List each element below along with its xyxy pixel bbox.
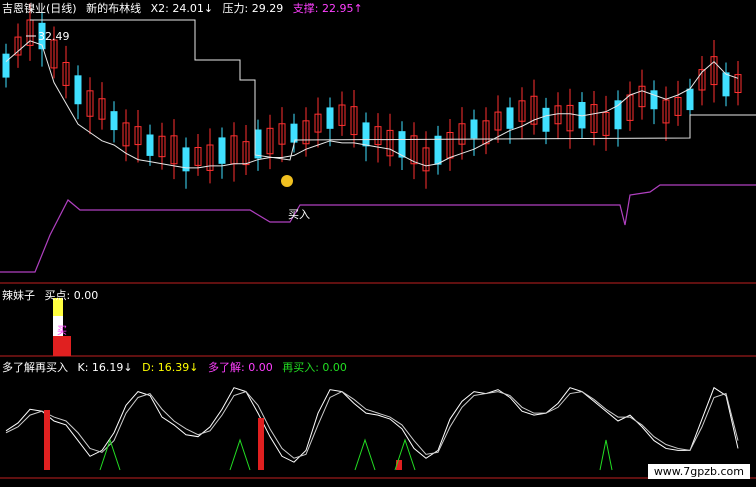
panel2-title: 辣妹子 — [2, 289, 35, 302]
panel3-title: 多了解再买入 — [2, 361, 68, 374]
candle-body — [218, 137, 226, 164]
panel1-header: 吉恩镍业(日线) 新的布林线 X2: 24.01↓ 压力: 29.29 支撑: … — [2, 2, 369, 15]
d-value: D: 16.39↓ — [142, 361, 199, 374]
candle-body — [146, 134, 154, 156]
signal-bar-red — [258, 418, 264, 470]
candle-body — [650, 90, 658, 110]
k-line — [5, 386, 739, 463]
candle-body — [74, 75, 82, 105]
smiley-icon — [281, 175, 293, 187]
pressure-value: 压力: 29.29 — [222, 2, 284, 15]
candle-body — [470, 119, 478, 139]
support-line — [0, 184, 756, 273]
rebuy-value: 再买入: 0.00 — [282, 361, 347, 374]
candle-body — [290, 123, 298, 143]
band-mid-line — [5, 40, 739, 169]
panel2-header: 辣妹子 买点: 0.00 — [2, 289, 104, 302]
k-value: K: 16.19↓ — [77, 361, 133, 374]
panel3-header: 多了解再买入 K: 16.19↓ D: 16.39↓ 多了解: 0.00 再买入… — [2, 361, 353, 374]
candle-body — [506, 107, 514, 129]
buy-bar-label: 买 — [57, 325, 67, 337]
candle-body — [722, 72, 730, 97]
candle-body — [254, 129, 262, 159]
chart-canvas: 32.49 买入买 — [0, 3, 756, 479]
signal-triangle-green — [599, 439, 613, 471]
candle-body — [434, 135, 442, 165]
buy-point-value: 买点: 0.00 — [44, 289, 99, 302]
candle-body — [326, 107, 334, 129]
more-value: 多了解: 0.00 — [208, 361, 273, 374]
watermark: www.7gpzb.com — [647, 464, 750, 479]
x2-value: X2: 24.01↓ — [150, 2, 214, 15]
chart-root: 32.49 买入买 吉恩镍业(日线) 新的布林线 X2: 24.01↓ 压力: 2… — [0, 0, 756, 487]
buy-bar-bottom — [53, 336, 71, 356]
candle-body — [2, 53, 10, 78]
candle-body — [362, 122, 370, 147]
support-value: 支撑: 22.95↑ — [292, 2, 363, 15]
signal-triangle-green — [229, 438, 251, 471]
candle-body — [542, 107, 550, 132]
signal-triangle-green — [354, 438, 376, 471]
candle-body — [398, 131, 406, 158]
buy-label: 买入 — [288, 208, 310, 221]
candle-body — [110, 111, 118, 131]
signal-bar-red — [44, 410, 50, 470]
candle-body — [686, 88, 694, 111]
stock-title: 吉恩镍业(日线) — [2, 2, 77, 15]
high-price-label: 32.49 — [38, 30, 70, 43]
indicator-name: 新的布林线 — [86, 2, 142, 15]
d-line — [5, 391, 739, 459]
